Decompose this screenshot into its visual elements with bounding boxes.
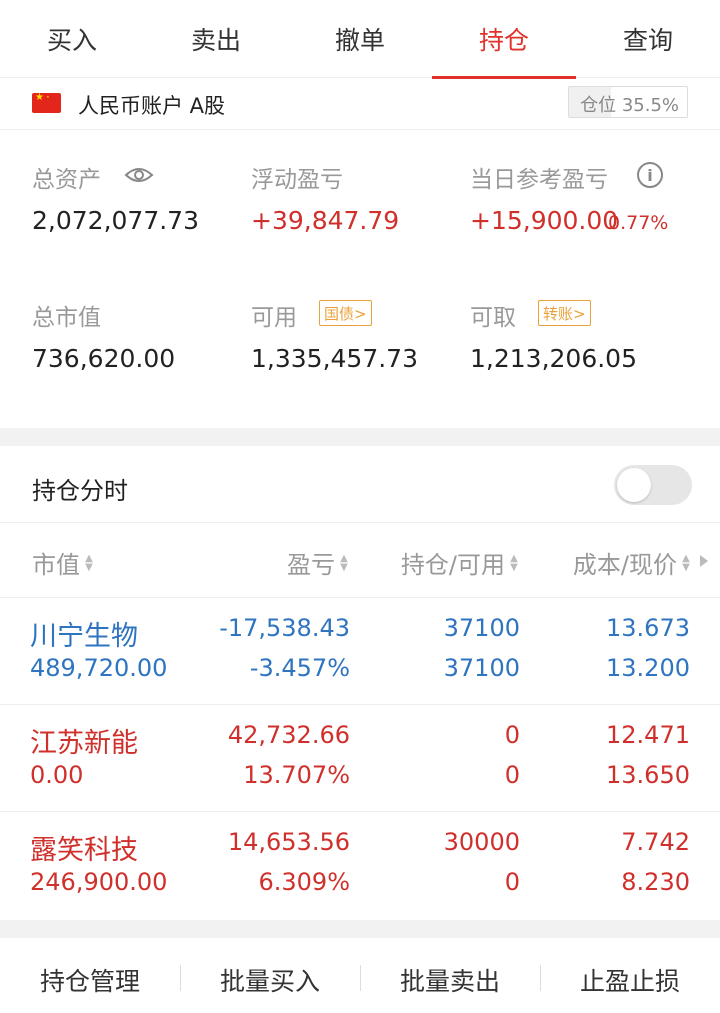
stock-name: 川宁生物 <box>30 621 138 652</box>
stock-market-value: 0.00 <box>30 761 84 789</box>
market-value-value: 736,620.00 <box>32 344 176 373</box>
daily-pnl-label: 当日参考盈亏 <box>470 167 608 193</box>
section-gap <box>0 920 720 938</box>
china-flag-icon <box>32 92 61 113</box>
section-gap <box>0 428 720 446</box>
sort-icon: ▲ ▼ <box>340 552 348 573</box>
stock-cost: 13.673 <box>606 614 690 642</box>
stock-pnl-percent: 13.707% <box>243 761 350 789</box>
stock-available: 37100 <box>443 654 520 682</box>
account-name[interactable]: 人民币账户 A股 <box>78 90 225 120</box>
header-pnl[interactable]: 盈亏 ▲ ▼ <box>287 545 350 580</box>
batch-buy-button[interactable]: 批量买入 <box>180 962 360 998</box>
eye-icon[interactable] <box>124 165 154 185</box>
holdings-timeline-toggle[interactable] <box>614 465 692 505</box>
stock-market-value: 246,900.00 <box>30 868 168 896</box>
table-row[interactable]: 川宁生物 489,720.00 -17,538.43 -3.457% 37100… <box>0 598 720 705</box>
holdings-table-header: 市值 ▲ ▼ 盈亏 ▲ ▼ 持仓/可用 ▲ ▼ 成本/现价 ▲ ▼ <box>0 522 720 598</box>
bottom-action-bar: 持仓管理 批量买入 批量卖出 止盈止损 <box>0 938 720 1013</box>
stock-pnl: 42,732.66 <box>227 721 350 749</box>
floating-pnl-label: 浮动盈亏 <box>251 167 343 193</box>
available-label: 可用 <box>251 305 297 331</box>
scroll-right-icon[interactable] <box>700 555 708 567</box>
stock-position: 37100 <box>443 614 520 642</box>
stock-pnl: 14,653.56 <box>227 828 350 856</box>
header-market-value-label: 市值 <box>32 551 80 579</box>
header-cost-price[interactable]: 成本/现价 ▲ ▼ <box>573 545 692 580</box>
stock-pnl: -17,538.43 <box>219 614 350 642</box>
stock-cost: 12.471 <box>606 721 690 749</box>
floating-pnl-value: +39,847.79 <box>251 206 400 235</box>
stock-available: 0 <box>504 868 520 896</box>
toggle-knob <box>617 468 651 502</box>
top-tab-bar: 买入 卖出 撤单 持仓 查询 <box>0 0 720 79</box>
holdings-management-button[interactable]: 持仓管理 <box>0 962 180 998</box>
batch-sell-button[interactable]: 批量卖出 <box>360 962 540 998</box>
holdings-timeline-label: 持仓分时 <box>32 477 128 505</box>
header-pnl-label: 盈亏 <box>287 551 335 579</box>
stock-position: 0 <box>504 721 520 749</box>
tab-holdings[interactable]: 持仓 <box>432 0 576 79</box>
stock-price: 13.200 <box>606 654 690 682</box>
treasury-bond-button[interactable]: 国债> <box>319 300 372 326</box>
stock-name: 露笑科技 <box>30 835 138 866</box>
market-value-label: 总市值 <box>32 305 101 331</box>
available-value: 1,335,457.73 <box>251 344 418 373</box>
table-row[interactable]: 江苏新能 0.00 42,732.66 13.707% 0 0 12.471 1… <box>0 705 720 812</box>
daily-pnl-value: +15,900.00 <box>470 206 619 235</box>
tab-buy[interactable]: 买入 <box>0 0 144 78</box>
stock-pnl-percent: 6.309% <box>258 868 350 896</box>
stock-market-value: 489,720.00 <box>30 654 168 682</box>
stock-available: 0 <box>504 761 520 789</box>
stock-position: 30000 <box>443 828 520 856</box>
header-market-value[interactable]: 市值 ▲ ▼ <box>32 545 95 580</box>
stock-price: 13.650 <box>606 761 690 789</box>
transfer-button[interactable]: 转账> <box>538 300 591 326</box>
stock-cost: 7.742 <box>621 828 690 856</box>
header-position-label: 持仓/可用 <box>400 551 505 579</box>
table-row[interactable]: 露笑科技 246,900.00 14,653.56 6.309% 30000 0… <box>0 812 720 919</box>
header-cost-price-label: 成本/现价 <box>572 551 677 579</box>
tab-query[interactable]: 查询 <box>576 0 720 78</box>
sort-icon: ▲ ▼ <box>510 552 518 573</box>
total-assets-label: 总资产 <box>32 167 101 193</box>
info-icon[interactable]: i <box>637 162 663 188</box>
position-ratio-indicator: 仓位 35.5% <box>568 86 688 118</box>
withdrawable-value: 1,213,206.05 <box>470 344 637 373</box>
take-profit-stop-loss-button[interactable]: 止盈止损 <box>540 962 720 998</box>
tab-sell[interactable]: 卖出 <box>144 0 288 78</box>
daily-pnl-percent: 0.77% <box>608 212 669 234</box>
withdrawable-label: 可取 <box>470 305 516 331</box>
stock-pnl-percent: -3.457% <box>249 654 350 682</box>
stock-price: 8.230 <box>621 868 690 896</box>
stock-name: 江苏新能 <box>30 728 138 759</box>
total-assets-value: 2,072,077.73 <box>32 206 199 235</box>
position-ratio-text: 仓位 35.5% <box>580 95 679 116</box>
tab-cancel[interactable]: 撤单 <box>288 0 432 78</box>
sort-icon: ▲ ▼ <box>85 552 93 573</box>
sort-icon: ▲ ▼ <box>682 552 690 573</box>
header-position[interactable]: 持仓/可用 ▲ ▼ <box>401 545 520 580</box>
